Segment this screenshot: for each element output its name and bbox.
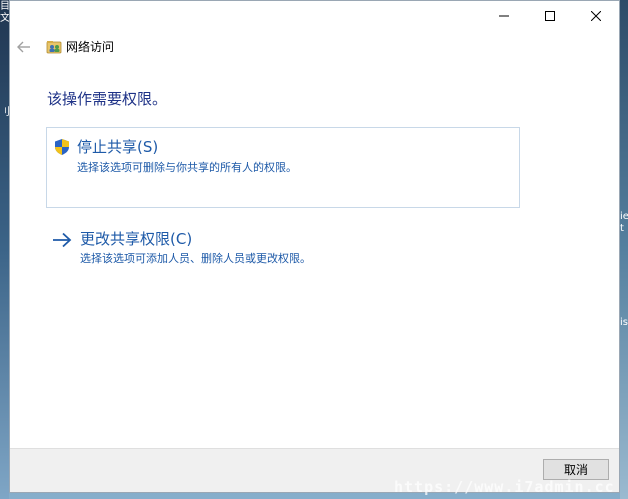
navigation-bar: 网络访问 — [10, 31, 619, 63]
close-button[interactable] — [573, 1, 619, 31]
desktop-text: ie — [620, 211, 628, 222]
uac-shield-icon — [55, 139, 69, 155]
stop-sharing-title: 停止共享(S) — [77, 138, 159, 156]
page-heading: 该操作需要权限。 — [47, 90, 168, 108]
desktop-text: is — [620, 317, 628, 328]
maximize-icon — [545, 11, 555, 21]
cancel-button[interactable]: 取消 — [543, 459, 609, 480]
back-button[interactable] — [14, 37, 34, 57]
desktop-background-left: 目 文 刂 — [0, 0, 10, 499]
watermark-text: https://www.i7admin.cc — [394, 478, 615, 496]
stop-sharing-option[interactable]: 停止共享(S) 选择该选项可删除与你共享的所有人的权限。 — [46, 127, 520, 208]
arrow-right-icon — [53, 232, 72, 248]
minimize-icon — [499, 15, 509, 17]
change-permissions-option[interactable]: 更改共享权限(C) 选择该选项可添加人员、删除人员或更改权限。 — [46, 227, 520, 271]
minimize-button[interactable] — [481, 1, 527, 31]
change-permissions-title: 更改共享权限(C) — [80, 230, 193, 248]
desktop-text: t — [620, 223, 624, 234]
maximize-button[interactable] — [527, 1, 573, 31]
change-permissions-description: 选择该选项可添加人员、删除人员或更改权限。 — [80, 252, 311, 265]
close-icon — [591, 11, 601, 21]
back-arrow-icon — [17, 41, 30, 53]
network-users-icon — [46, 41, 62, 54]
stop-sharing-description: 选择该选项可删除与你共享的所有人的权限。 — [77, 161, 297, 174]
title-bar[interactable] — [10, 1, 619, 31]
network-access-dialog: 网络访问 该操作需要权限。 停止共享(S) 选择该选项可删除与你共享的所有人的权… — [9, 0, 620, 493]
window-title: 网络访问 — [66, 40, 115, 54]
desktop-background-right: ie t is — [620, 0, 628, 499]
